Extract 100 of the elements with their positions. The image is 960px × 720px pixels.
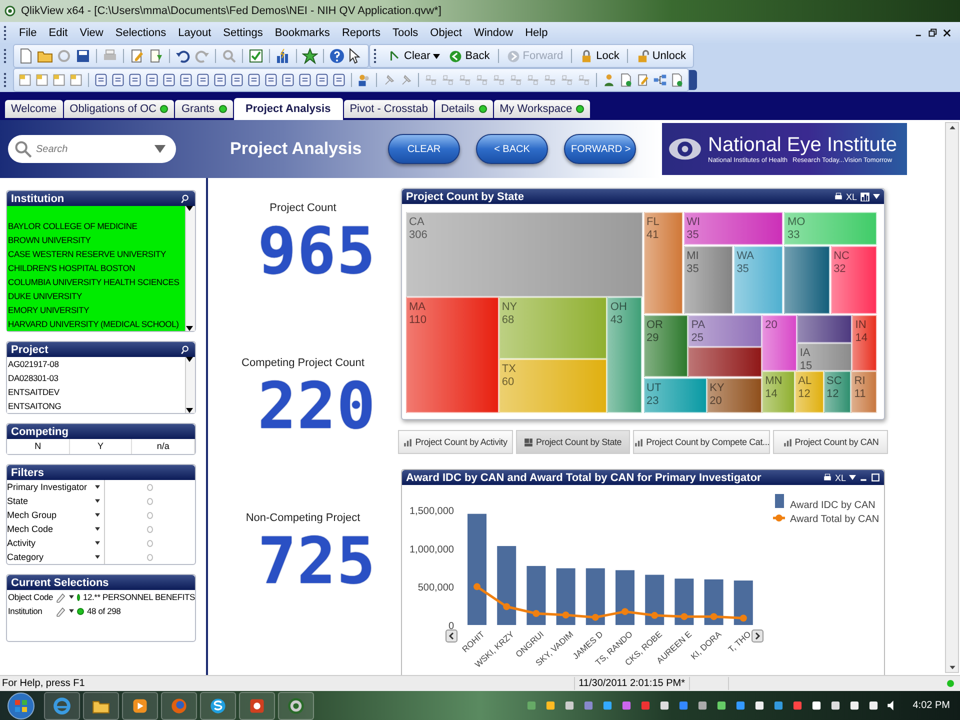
panel-icon[interactable] xyxy=(315,73,329,87)
clear-icon[interactable] xyxy=(389,50,401,62)
treemap-tile[interactable]: FL 41 xyxy=(644,212,683,314)
export-icon[interactable] xyxy=(148,48,164,64)
padlock-icon[interactable] xyxy=(580,50,594,62)
excel-export-button[interactable]: XL xyxy=(846,192,857,202)
tray-icon[interactable] xyxy=(810,699,823,712)
sheet-tab[interactable]: Project Analysis xyxy=(234,98,343,120)
sheet-icon[interactable] xyxy=(35,73,49,87)
undo-icon[interactable] xyxy=(175,48,191,64)
save-icon[interactable] xyxy=(75,48,91,64)
media-player-icon[interactable] xyxy=(131,696,149,714)
menu-item[interactable]: File xyxy=(13,25,43,41)
menu-item[interactable]: Tools xyxy=(386,25,424,41)
treemap-tile[interactable]: NC 32 xyxy=(830,246,877,314)
checkbox-icon[interactable] xyxy=(248,48,264,64)
grid-icon[interactable] xyxy=(524,438,533,446)
header-button[interactable]: < BACK xyxy=(476,134,548,164)
chart-tab[interactable]: Project Count by State xyxy=(516,430,630,454)
menu-item[interactable]: Layout xyxy=(172,25,218,41)
app-icon[interactable] xyxy=(4,5,16,17)
panel-icon[interactable] xyxy=(264,73,278,87)
panel-icon[interactable] xyxy=(298,73,312,87)
scroll-up-icon[interactable] xyxy=(948,123,956,132)
header-button[interactable]: CLEAR xyxy=(388,134,460,164)
panel-icon[interactable] xyxy=(145,73,159,87)
caret-icon[interactable] xyxy=(186,408,193,413)
bar-chart-icon[interactable] xyxy=(275,48,291,64)
caret-icon[interactable] xyxy=(95,527,100,531)
menu-item[interactable]: Edit xyxy=(42,25,74,41)
chart-tab[interactable]: Project Count by CAN xyxy=(773,430,888,454)
chart-tab[interactable]: Project Count by Compete Cat... xyxy=(633,430,770,454)
chart-tab[interactable]: Project Count by Activity xyxy=(398,430,513,454)
open-padlock-icon[interactable] xyxy=(636,50,650,62)
browser-icon[interactable] xyxy=(53,696,71,714)
caret-icon[interactable] xyxy=(69,609,74,613)
radio-button[interactable] xyxy=(147,498,153,504)
option-cell[interactable]: N xyxy=(7,439,70,454)
treemap-tile[interactable]: MI 35 xyxy=(684,246,733,314)
person-icon[interactable] xyxy=(602,73,616,87)
scroll-down-icon[interactable] xyxy=(948,663,956,672)
caret-icon[interactable] xyxy=(95,513,100,517)
menu-item[interactable]: Help xyxy=(519,25,554,41)
sheet-tab[interactable]: Pivot - Crosstab xyxy=(344,100,434,118)
caret-icon[interactable] xyxy=(433,54,440,58)
sheet-tab[interactable]: Welcome xyxy=(5,100,63,118)
treemap-tile[interactable]: MO 33 xyxy=(784,212,877,246)
help-icon[interactable] xyxy=(329,48,345,64)
menu-item[interactable]: Bookmarks xyxy=(268,25,336,41)
caret-icon[interactable] xyxy=(95,499,100,503)
document-icon[interactable] xyxy=(670,73,684,87)
users-icon[interactable] xyxy=(357,73,371,87)
treemap-tile[interactable] xyxy=(688,346,762,378)
tray-icon[interactable] xyxy=(828,699,842,712)
panel-icon[interactable] xyxy=(196,73,210,87)
treemap-tile[interactable]: OH 43 xyxy=(607,297,642,413)
menu-item[interactable]: Object xyxy=(424,25,468,41)
app-icon[interactable] xyxy=(287,696,305,714)
menu-item[interactable]: Settings xyxy=(217,25,269,41)
sheet-tab[interactable]: Details xyxy=(434,100,493,118)
maximize-icon[interactable] xyxy=(871,473,880,482)
menu-item[interactable]: Window xyxy=(468,25,520,41)
tray-icon[interactable] xyxy=(752,699,766,712)
treemap-tile[interactable]: 20 xyxy=(762,314,797,372)
tray-icon[interactable] xyxy=(714,699,728,712)
star-icon[interactable] xyxy=(302,48,318,64)
treemap-tile[interactable]: MN 14 xyxy=(762,371,796,413)
eraser-icon[interactable] xyxy=(55,606,66,616)
network-icon[interactable] xyxy=(653,73,667,87)
panel-icon[interactable] xyxy=(247,73,261,87)
panel-icon[interactable] xyxy=(162,73,176,87)
treemap-tile[interactable]: NY 68 xyxy=(498,297,608,359)
panel-icon[interactable] xyxy=(128,73,142,87)
caret-icon[interactable] xyxy=(95,485,100,489)
sheet-icon[interactable] xyxy=(69,73,83,87)
panel-icon[interactable] xyxy=(94,73,108,87)
sheet-tab[interactable]: Grants xyxy=(175,100,232,118)
treemap-tile[interactable]: WA 35 xyxy=(734,246,784,314)
scrollbar[interactable] xyxy=(185,206,195,331)
tray-icon[interactable] xyxy=(848,699,861,712)
radio-button[interactable] xyxy=(147,526,153,532)
toolbar-button[interactable]: Back xyxy=(446,50,493,62)
treemap-tile[interactable]: SC 12 xyxy=(824,371,852,413)
back-icon[interactable] xyxy=(449,50,462,62)
panel-icon[interactable] xyxy=(213,73,227,87)
scroll-right-button[interactable] xyxy=(752,630,764,642)
bar-chart-icon[interactable] xyxy=(860,192,870,202)
treemap-tile[interactable]: TX 60 xyxy=(498,358,608,413)
sheet-icon[interactable] xyxy=(52,73,66,87)
sheet-icon[interactable] xyxy=(18,73,32,87)
panel-icon[interactable] xyxy=(332,73,346,87)
caret-icon[interactable] xyxy=(95,555,100,559)
panel-icon[interactable] xyxy=(179,73,193,87)
treemap-tile[interactable]: IA 15 xyxy=(796,343,852,372)
chat-icon[interactable] xyxy=(209,696,227,714)
radio-button[interactable] xyxy=(147,484,153,490)
print-icon[interactable] xyxy=(834,192,843,201)
caret-icon[interactable] xyxy=(69,595,74,599)
sheet-tab[interactable]: Obligations of OC xyxy=(64,100,174,118)
radio-button[interactable] xyxy=(147,554,153,560)
